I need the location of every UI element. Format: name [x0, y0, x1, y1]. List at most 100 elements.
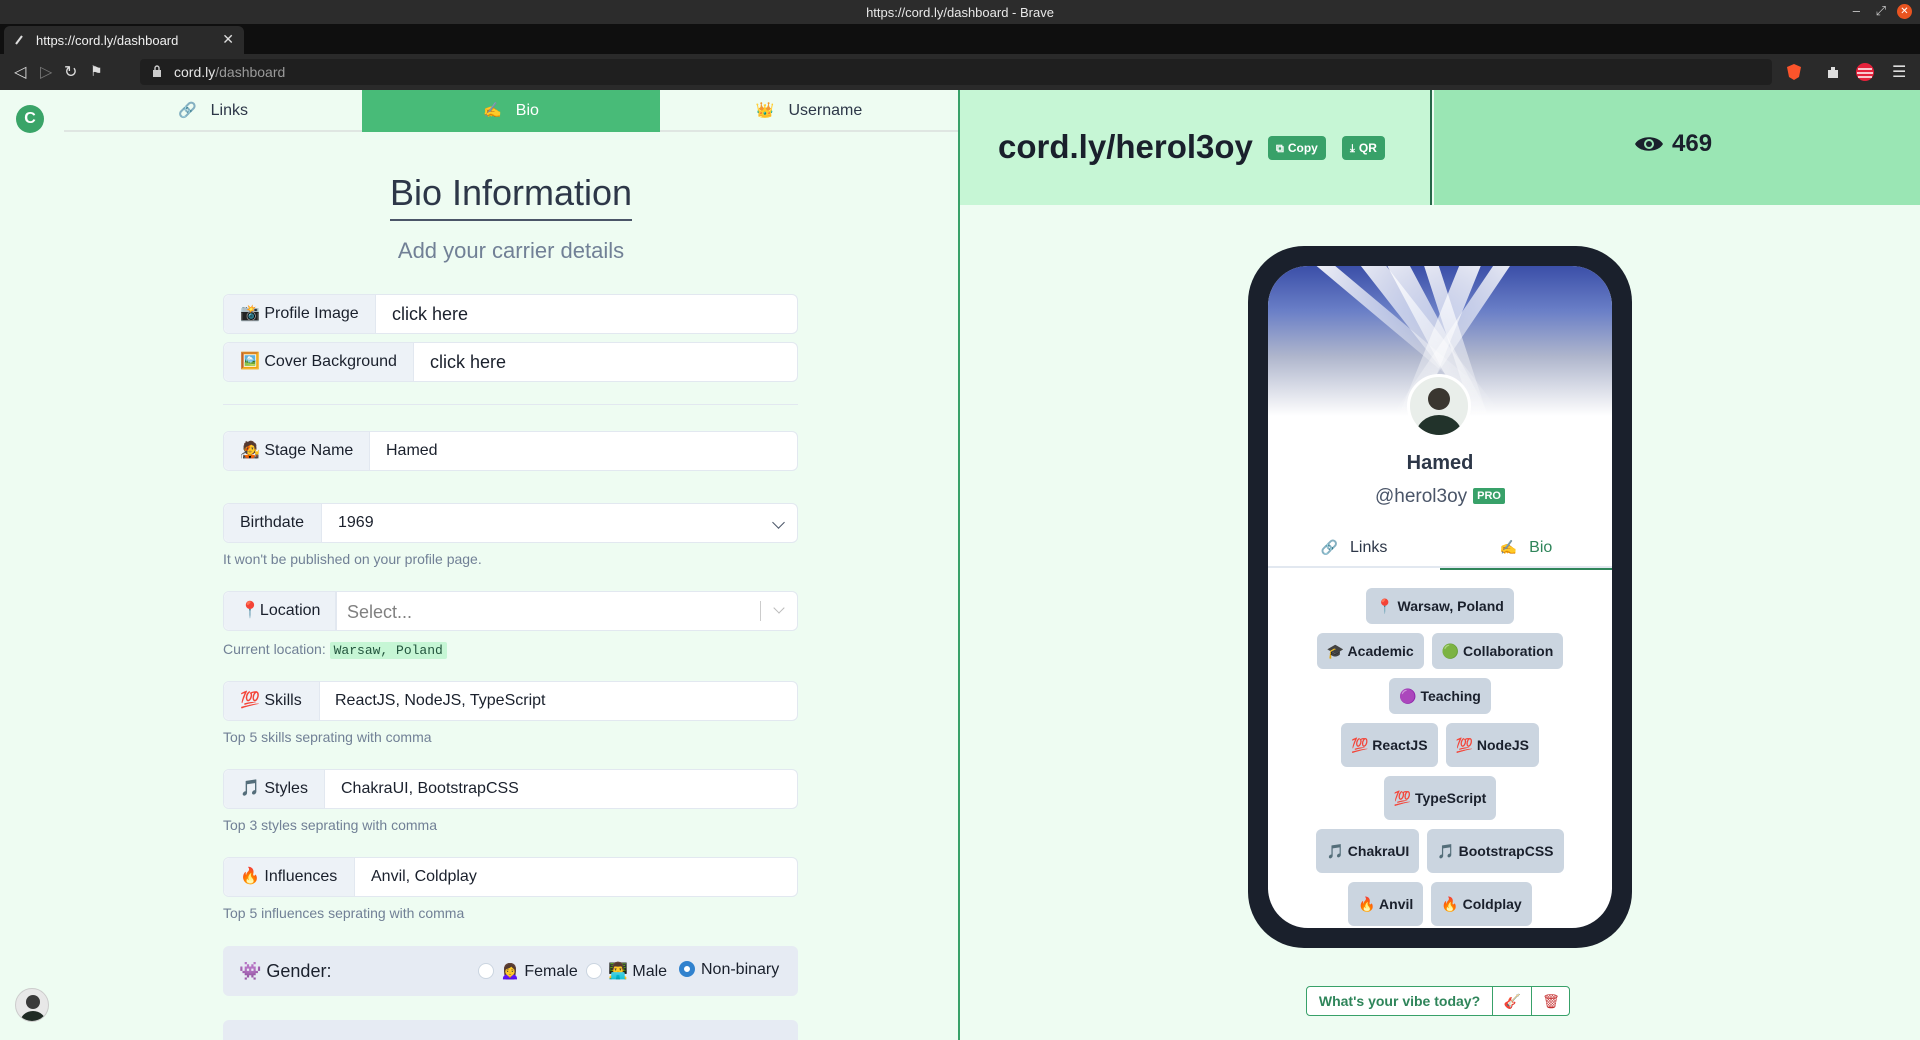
tab-close-icon[interactable]: ✕ [222, 31, 234, 48]
tag-row-teaching: 🟣 Teaching [1268, 678, 1612, 714]
url-path: /dashboard [215, 64, 286, 80]
tag-row-skills-2: 💯 TypeScript [1268, 776, 1612, 820]
location-field[interactable]: 📍Location Select... [223, 591, 798, 631]
extensions-icon[interactable] [1824, 62, 1844, 82]
profile-url[interactable]: cord.ly/herol3oy [998, 128, 1253, 166]
copy-button[interactable]: ⧉ Copy [1268, 136, 1326, 160]
eye-icon [1635, 137, 1663, 151]
dashboard-page: C 🔗 Links ✍️ Bio 👑 Username Bio Information… [0, 90, 1920, 1040]
rewards-icon[interactable] [1855, 62, 1875, 82]
cover-background-label: 🖼️ Cover Background [224, 343, 414, 381]
radio-female[interactable] [478, 963, 494, 979]
minimize-icon[interactable]: – [1853, 3, 1860, 18]
bookmark-icon[interactable]: ⚑ [90, 63, 103, 80]
pro-badge: PRO [1473, 488, 1505, 504]
skills-input[interactable]: ReactJS, NodeJS, TypeScript [335, 682, 545, 720]
crown-icon: 👑 [755, 102, 775, 119]
styles-field[interactable]: 🎵 Styles ChakraUI, BootstrapCSS [223, 769, 798, 809]
tab-links[interactable]: 🔗 Links [64, 90, 362, 132]
editor-tabs: 🔗 Links ✍️ Bio 👑 Username [64, 90, 958, 132]
styles-input[interactable]: ChakraUI, BootstrapCSS [341, 770, 519, 808]
influences-label: 🔥 Influences [224, 858, 355, 896]
page-title-text: Bio Information [389, 172, 633, 221]
preview-tab-links-label: Links [1350, 539, 1388, 556]
copy-button-label: Copy [1287, 141, 1318, 155]
stage-name-field[interactable]: 🧑‍🎤 Stage Name Hamed [223, 431, 798, 471]
location-select[interactable]: Select... [336, 592, 797, 630]
profile-avatar-image [1410, 377, 1468, 435]
preview-tab-bio-label: Bio [1529, 539, 1553, 556]
styles-help: Top 3 styles seprating with comma [223, 817, 437, 833]
favicon-icon [15, 35, 23, 45]
preview-tabs: 🔗 Links ✍️ Bio [1268, 528, 1612, 570]
reload-icon[interactable]: ↻ [64, 62, 77, 82]
brave-shield-icon[interactable] [1784, 62, 1804, 82]
gender-male-label: 👨‍💻 Male [608, 963, 668, 980]
select-separator [760, 601, 761, 621]
profile-image-upload[interactable]: click here [392, 295, 468, 333]
profile-name: Hamed [1406, 452, 1474, 474]
brand-logo[interactable]: C [16, 105, 44, 133]
preview-tab-bio[interactable]: ✍️ Bio [1440, 528, 1612, 570]
preview-tab-links[interactable]: 🔗 Links [1268, 528, 1440, 568]
chevron-down-icon[interactable] [773, 602, 785, 614]
tag-skill: 💯 ReactJS [1340, 723, 1438, 767]
tag-location: 📍 Warsaw, Poland [1366, 588, 1514, 624]
influences-help: Top 5 influences seprating with comma [223, 905, 465, 921]
link-icon: 🔗 [1320, 539, 1339, 555]
sidebar-rail: C [0, 90, 64, 1040]
profile-avatar [1407, 374, 1471, 438]
tag-row-styles: 🎵 ChakraUI 🎵 BootstrapCSS [1268, 829, 1612, 873]
menu-icon[interactable]: ☰ [1892, 62, 1906, 82]
browser-tabbar: https://cord.ly/dashboard ✕ + ▼ [0, 24, 1920, 72]
tag-style: 🎵 BootstrapCSS [1427, 829, 1564, 873]
link-icon: 🔗 [177, 102, 197, 119]
browser-toolbar: ◁ ▷ ↻ ⚑ cord.ly/dashboard ☰ [0, 54, 1920, 90]
profile-image-field[interactable]: 📸 Profile Image click here [223, 294, 798, 334]
forward-icon[interactable]: ▷ [40, 62, 52, 82]
browser-tab[interactable]: https://cord.ly/dashboard ✕ [4, 26, 244, 54]
birthdate-field[interactable]: Birthdate 1969 [223, 503, 798, 543]
gender-group: 👾 Gender: 🙍‍♀️ Female 👨‍💻 Male Non-binar… [223, 946, 798, 996]
tag-style: 🎵 ChakraUI [1316, 829, 1420, 873]
cover-background-upload[interactable]: click here [430, 343, 506, 381]
influences-field[interactable]: 🔥 Influences Anvil, Coldplay [223, 857, 798, 897]
birthdate-label: Birthdate [224, 504, 322, 542]
user-avatar[interactable] [15, 988, 49, 1022]
next-field-partial [223, 1020, 798, 1040]
views-header: 469 [1434, 90, 1920, 205]
vibe-prompt-button[interactable]: What's your vibe today? [1307, 987, 1493, 1015]
stage-name-input[interactable]: Hamed [386, 432, 438, 470]
tag-skill: 💯 NodeJS [1445, 723, 1540, 767]
radio-male[interactable] [586, 963, 602, 979]
window-close-icon[interactable]: ✕ [1897, 4, 1912, 19]
tab-username[interactable]: 👑 Username [660, 90, 958, 132]
tag-collaboration: 🟢 Collaboration [1431, 633, 1564, 669]
address-bar[interactable]: cord.ly/dashboard [140, 59, 1772, 85]
qr-button[interactable]: ⤓ QR [1342, 136, 1385, 160]
gender-nonbinary-radio[interactable]: Non-binary [679, 961, 779, 979]
chevron-down-icon[interactable] [772, 516, 785, 529]
guitar-icon[interactable]: 🎸 [1494, 987, 1532, 1015]
gender-female-radio[interactable]: 🙍‍♀️ Female [478, 961, 578, 981]
tab-bio[interactable]: ✍️ Bio [362, 90, 660, 132]
tag-row-influences: 🔥 Anvil 🔥 Coldplay [1268, 882, 1612, 926]
skills-label: 💯 Skills [224, 682, 320, 720]
birthdate-select[interactable]: 1969 [338, 504, 374, 542]
url-host: cord.ly [174, 64, 216, 80]
profile-handle-text: @herol3oy [1374, 486, 1468, 507]
back-icon[interactable]: ◁ [14, 62, 26, 82]
influences-input[interactable]: Anvil, Coldplay [371, 858, 477, 896]
skills-field[interactable]: 💯 Skills ReactJS, NodeJS, TypeScript [223, 681, 798, 721]
trash-icon[interactable]: 🗑 [1533, 987, 1569, 1015]
radio-nonbinary[interactable] [679, 961, 695, 977]
maximize-icon[interactable]: ⤢ [1876, 3, 1886, 19]
tag-teaching: 🟣 Teaching [1389, 678, 1491, 714]
views-counter: 469 [1634, 130, 1712, 158]
cover-background-field[interactable]: 🖼️ Cover Background click here [223, 342, 798, 382]
profile-image-label: 📸 Profile Image [224, 295, 376, 333]
gender-male-radio[interactable]: 👨‍💻 Male [586, 961, 667, 981]
tab-links-label: Links [210, 102, 249, 119]
page-subtitle: Add your carrier details [397, 238, 625, 263]
phone-mockup: Hamed @herol3oy PRO 🔗 Links ✍️ Bio 📍 Warsaw… [1248, 246, 1632, 948]
